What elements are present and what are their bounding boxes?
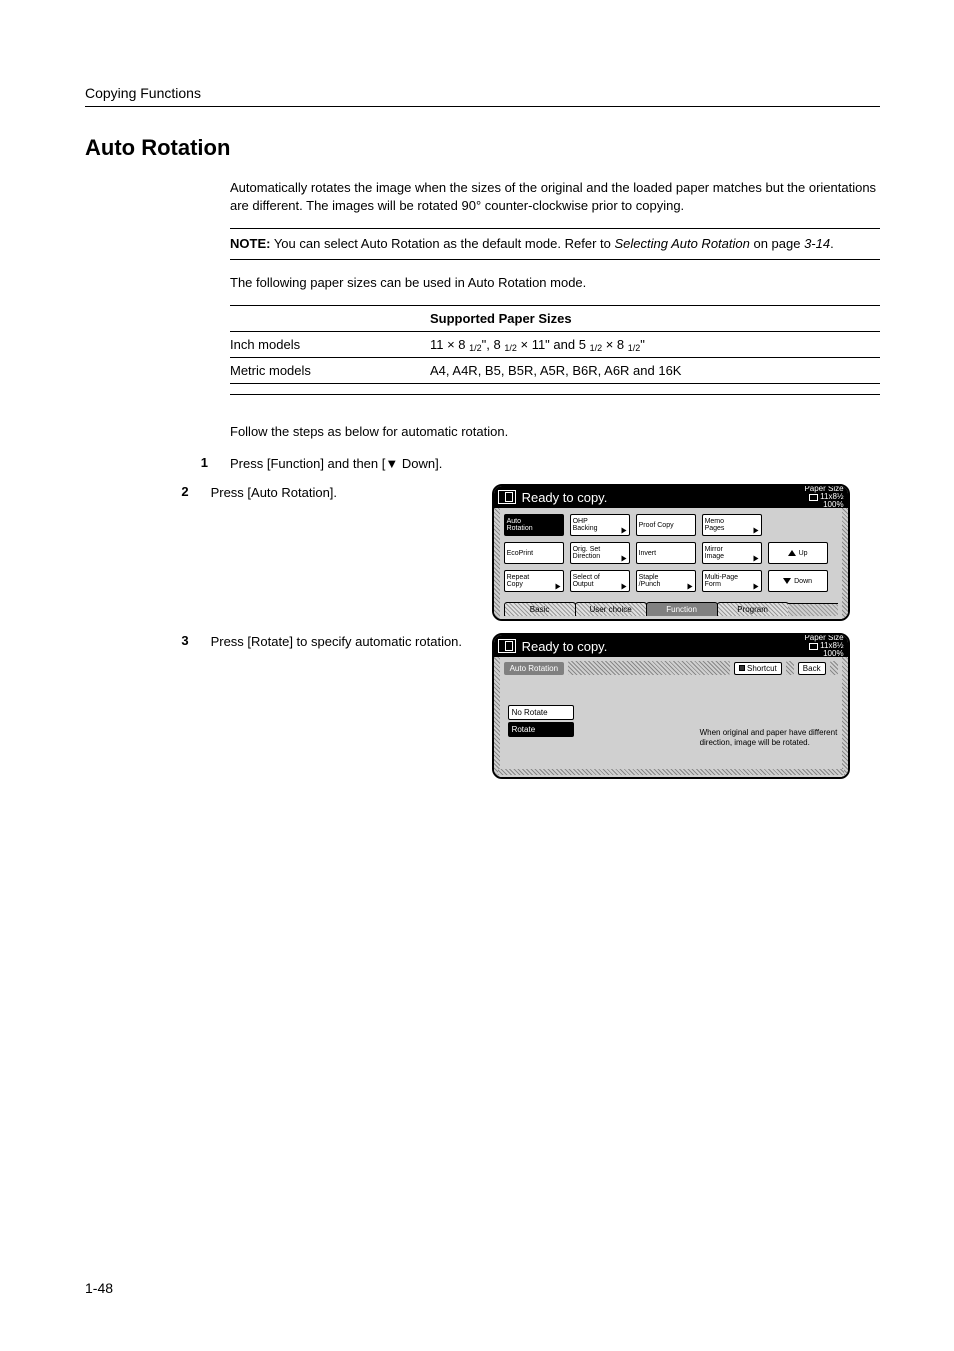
mirror-image-button[interactable]: Mirror Image — [702, 542, 762, 564]
note-text-2: on page — [750, 236, 804, 251]
note-ref: Selecting Auto Rotation — [614, 236, 749, 251]
note-text-1: You can select Auto Rotation as the defa… — [270, 236, 614, 251]
tab-basic[interactable]: Basic — [504, 602, 576, 616]
screen-name: Auto Rotation — [504, 662, 564, 675]
paper-info: Paper Size 11x8½ 100% — [804, 634, 847, 658]
follow-paragraph: Follow the steps as below for automatic … — [230, 423, 880, 441]
sizes-intro: The following paper sizes can be used in… — [230, 274, 880, 292]
ohp-backing-button[interactable]: OHP Backing — [570, 514, 630, 536]
register-icon — [739, 665, 745, 671]
note-box: NOTE: You can select Auto Rotation as th… — [230, 228, 880, 260]
repeat-copy-button[interactable]: Repeat Copy — [504, 570, 564, 592]
staple-punch-button[interactable]: Staple /Punch — [636, 570, 696, 592]
tab-program[interactable]: Program — [717, 602, 789, 616]
multipage-form-button[interactable]: Multi-Page Form — [702, 570, 762, 592]
hint-text: When original and paper have differentdi… — [700, 728, 840, 747]
table-row: Metric models A4, A4R, B5, B5R, A5R, B6R… — [230, 358, 880, 384]
sizes-cell: A4, A4R, B5, B5R, A5R, B6R, A6R and 16K — [430, 358, 880, 384]
model-cell: Inch models — [230, 332, 430, 358]
proof-copy-button[interactable]: Proof Copy — [636, 514, 696, 536]
paper-sizes-table: Supported Paper Sizes Inch models 11 × 8… — [230, 305, 880, 395]
lcd-panel-auto-rotation: Ready to copy. Paper Size 11x8½ 100% Aut… — [492, 633, 850, 779]
lcd-panel-function: Ready to copy. Paper Size 11x8½ 100% Aut — [492, 484, 850, 621]
triangle-up-icon — [788, 550, 796, 556]
down-button[interactable]: Down — [768, 570, 828, 592]
invert-button[interactable]: Invert — [636, 542, 696, 564]
no-rotate-button[interactable]: No Rotate — [508, 705, 574, 720]
table-row — [230, 384, 880, 395]
intro-paragraph: Automatically rotates the image when the… — [230, 179, 880, 214]
step-text: Press [Function] and then [▼ Down]. — [230, 455, 880, 473]
step-text: Press [Rotate] to specify automatic rota… — [211, 633, 476, 779]
ecoprint-button[interactable]: EcoPrint — [504, 542, 564, 564]
tab-filler — [788, 603, 838, 616]
up-button[interactable]: Up — [768, 542, 828, 564]
back-button[interactable]: Back — [798, 662, 826, 675]
copy-icon — [498, 490, 516, 504]
page-number: 1-48 — [85, 1280, 113, 1296]
orig-set-direction-button[interactable]: Orig. Set Direction — [570, 542, 630, 564]
table-header-empty — [230, 306, 430, 332]
lcd-header: Ready to copy. Paper Size 11x8½ 100% — [494, 486, 848, 508]
step-number: 3 — [85, 633, 211, 648]
rotate-button[interactable]: Rotate — [508, 722, 574, 737]
select-output-button[interactable]: Select of Output — [570, 570, 630, 592]
section-title: Auto Rotation — [85, 135, 880, 161]
shortcut-button[interactable]: Shortcut — [734, 662, 782, 675]
step-text: Press [Auto Rotation]. — [211, 484, 476, 621]
auto-rotation-button[interactable]: Auto Rotation — [504, 514, 564, 536]
table-row: Inch models 11 × 8 1/2", 8 1/2 × 11" and… — [230, 332, 880, 358]
copy-icon — [498, 639, 516, 653]
lcd-status: Ready to copy. — [522, 490, 805, 505]
tab-function[interactable]: Function — [646, 602, 718, 616]
step-number: 1 — [85, 455, 230, 470]
table-header-sizes: Supported Paper Sizes — [430, 306, 880, 332]
tab-user-choice[interactable]: User choice — [575, 602, 647, 616]
model-cell: Metric models — [230, 358, 430, 384]
sizes-cell: 11 × 8 1/2", 8 1/2 × 11" and 5 1/2 × 8 1… — [430, 332, 880, 358]
nav-placeholder — [768, 514, 828, 536]
running-header: Copying Functions — [85, 85, 880, 107]
paper-info: Paper Size 11x8½ 100% — [804, 485, 847, 509]
lcd-status: Ready to copy. — [522, 639, 805, 654]
note-label: NOTE: — [230, 236, 270, 251]
step-number: 2 — [85, 484, 211, 499]
memo-pages-button[interactable]: Memo Pages — [702, 514, 762, 536]
note-end: . — [830, 236, 834, 251]
note-page-ref: 3-14 — [804, 236, 830, 251]
triangle-down-icon — [783, 578, 791, 584]
lcd-header: Ready to copy. Paper Size 11x8½ 100% — [494, 635, 848, 657]
